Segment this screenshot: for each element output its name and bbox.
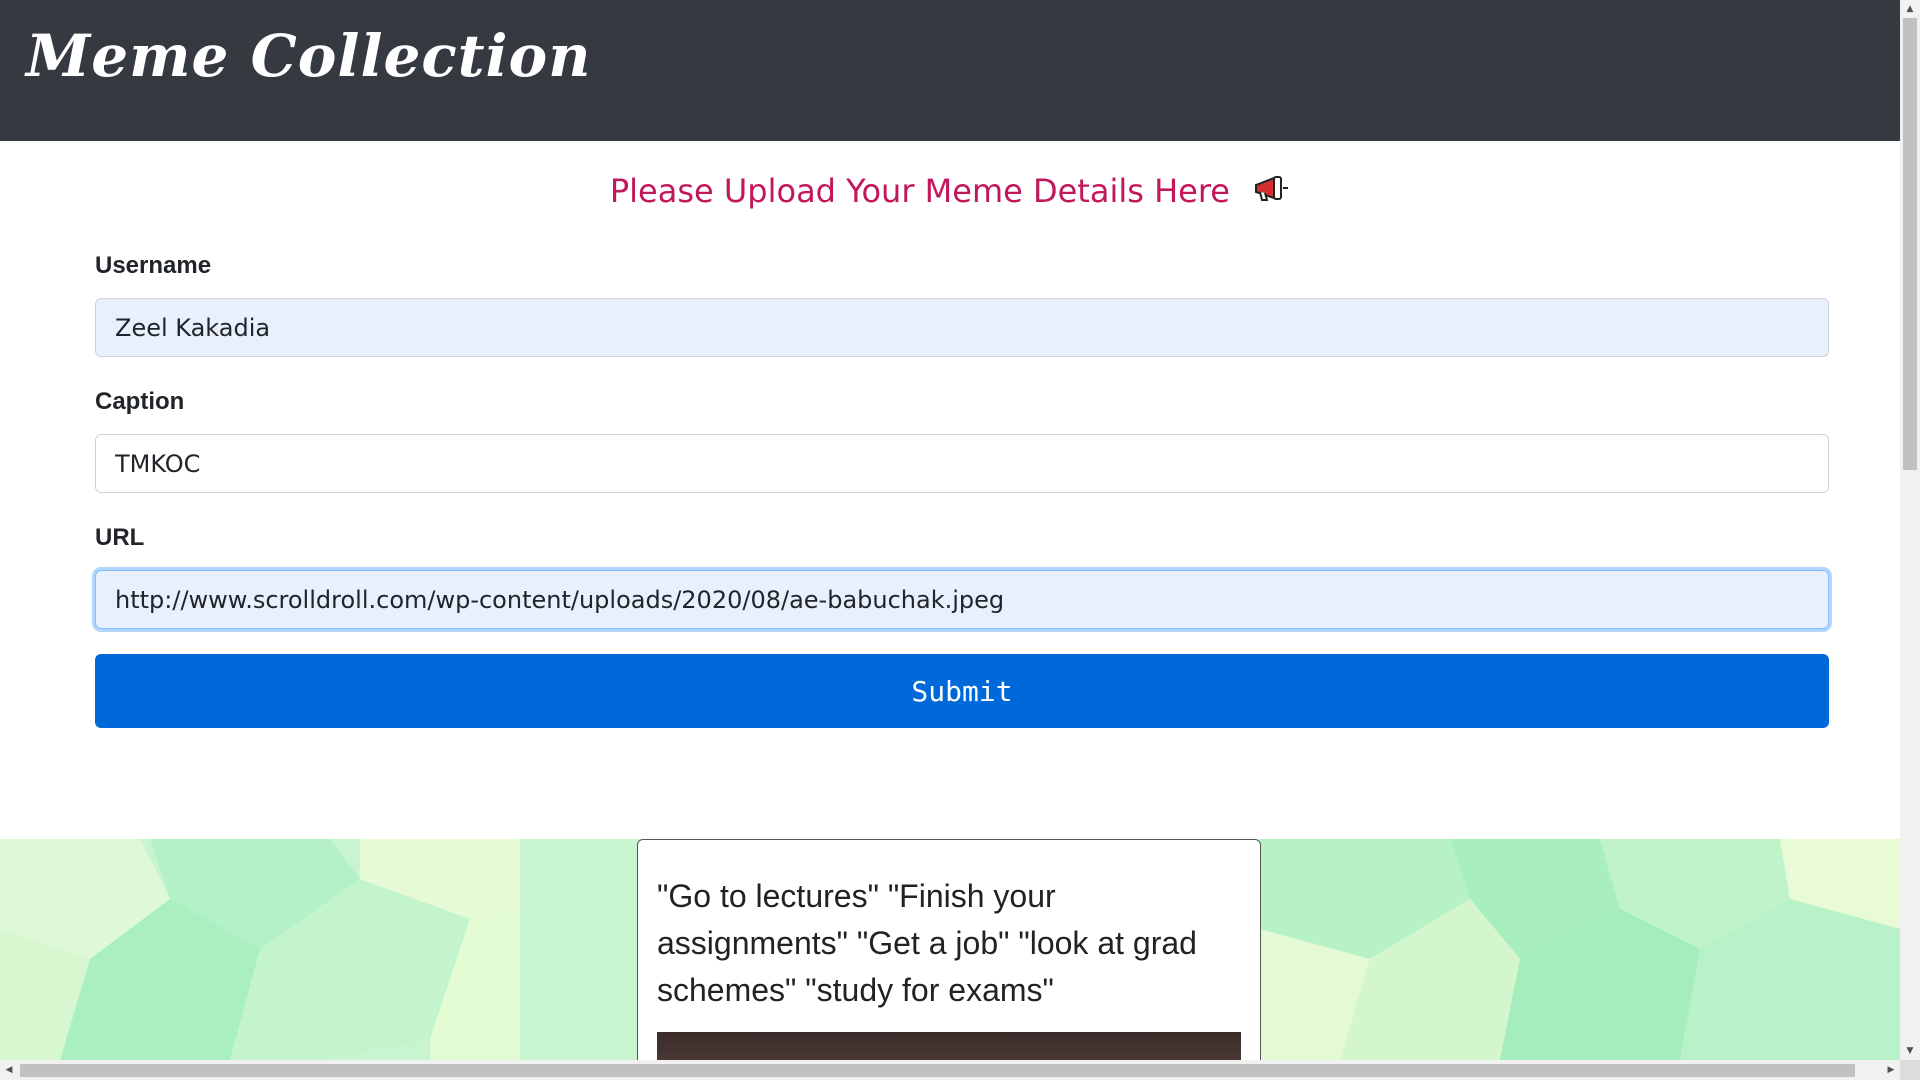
caption-input[interactable] xyxy=(95,434,1829,493)
submit-button[interactable]: Submit xyxy=(95,654,1829,728)
scroll-up-arrow-icon[interactable]: ▲ xyxy=(1900,0,1920,18)
meme-card[interactable]: "Go to lectures" "Finish your assignment… xyxy=(637,839,1261,1079)
vertical-scrollbar-thumb[interactable] xyxy=(1903,18,1917,470)
url-input[interactable] xyxy=(95,570,1829,629)
url-label: URL xyxy=(95,524,145,551)
brand-title[interactable]: Meme Collection xyxy=(26,22,591,90)
horizontal-scrollbar[interactable]: ◀ ▶ xyxy=(0,1060,1900,1080)
caption-label: Caption xyxy=(95,388,185,415)
username-label: Username xyxy=(95,252,212,279)
scroll-left-arrow-icon[interactable]: ◀ xyxy=(0,1060,18,1080)
megaphone-icon xyxy=(1252,174,1290,212)
scroll-right-arrow-icon[interactable]: ▶ xyxy=(1882,1060,1900,1080)
scrollbar-corner xyxy=(1900,1060,1920,1080)
username-input[interactable] xyxy=(95,298,1829,357)
scroll-down-arrow-icon[interactable]: ▼ xyxy=(1900,1042,1920,1060)
meme-card-text: "Go to lectures" "Finish your assignment… xyxy=(657,878,1197,1008)
navbar: Meme Collection xyxy=(0,0,1900,141)
horizontal-scrollbar-thumb[interactable] xyxy=(20,1064,1855,1077)
form-heading-text: Please Upload Your Meme Details Here xyxy=(609,172,1230,210)
vertical-scrollbar[interactable]: ▲ ▼ xyxy=(1900,0,1920,1060)
form-heading: Please Upload Your Meme Details Here xyxy=(0,172,1900,212)
